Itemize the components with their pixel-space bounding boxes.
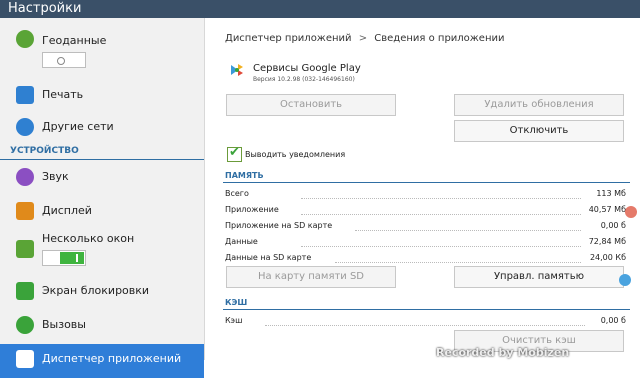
sidebar-item-lockscreen[interactable]: Экран блокировки — [0, 280, 204, 308]
memory-app-value: 40,57 Мб — [588, 205, 626, 214]
sidebar: Геоданные Печать Другие сети УСТРОЙСТВО … — [0, 18, 205, 378]
checkmark-icon: ✔ — [229, 145, 240, 160]
app-name: Сервисы Google Play — [253, 63, 361, 74]
sidebar-item-label: Дисплей — [42, 204, 92, 217]
breadcrumb-current: Сведения о приложении — [374, 33, 505, 44]
leader-dots — [265, 325, 585, 326]
memory-section-title: ПАМЯТЬ — [225, 171, 264, 180]
title-bar: Настройки — [0, 0, 640, 18]
printer-icon — [16, 86, 34, 104]
leader-dots — [301, 198, 581, 199]
leader-dots — [335, 262, 581, 263]
leader-dots — [301, 246, 581, 247]
cache-section-title: КЭШ — [225, 298, 248, 307]
memory-divider — [223, 182, 630, 183]
geodata-toggle[interactable] — [42, 52, 86, 68]
multiwindow-toggle[interactable] — [42, 250, 86, 266]
recorder-camera-icon[interactable] — [619, 274, 631, 286]
stop-button[interactable]: Остановить — [226, 94, 396, 116]
breadcrumb: Диспетчер приложений > Сведения о прилож… — [225, 33, 505, 44]
cache-label: Кэш — [225, 316, 243, 325]
sidebar-item-label: Печать — [42, 88, 84, 101]
section-divider — [0, 159, 204, 160]
memory-app-label: Приложение — [225, 205, 279, 214]
disable-button[interactable]: Отключить — [454, 120, 624, 142]
cache-divider — [223, 309, 630, 310]
cache-value: 0,00 б — [600, 316, 626, 325]
sidebar-item-label: Диспетчер приложений — [42, 352, 182, 365]
sidebar-item-label: Экран блокировки — [42, 284, 150, 297]
recording-watermark: Recorded by Mobizen — [436, 346, 570, 359]
app-details-panel: Диспетчер приложений > Сведения о прилож… — [205, 18, 640, 360]
sidebar-item-sound[interactable]: Звук — [0, 166, 204, 194]
breadcrumb-separator: > — [358, 33, 368, 44]
memory-data-sd-label: Данные на SD карте — [225, 253, 312, 262]
network-icon — [16, 118, 34, 136]
memory-data-label: Данные — [225, 237, 258, 246]
app-version: Версия 10.2.98 (032-146496160) — [253, 76, 355, 83]
sound-icon — [16, 168, 34, 186]
leader-dots — [301, 214, 581, 215]
google-play-services-icon — [231, 64, 243, 76]
sidebar-item-label: Звук — [42, 170, 69, 183]
sidebar-item-other-networks[interactable]: Другие сети — [0, 116, 204, 144]
sidebar-item-label: Несколько окон — [42, 232, 135, 245]
apps-icon — [16, 350, 34, 368]
sidebar-item-label: Вызовы — [42, 318, 86, 331]
memory-total-label: Всего — [225, 189, 249, 198]
lockscreen-icon — [16, 282, 34, 300]
notifications-checkbox[interactable]: ✔ — [227, 145, 242, 162]
sidebar-item-label: Геоданные — [42, 34, 107, 47]
sidebar-item-calls[interactable]: Вызовы — [0, 314, 204, 342]
memory-app-sd-value: 0,00 б — [600, 221, 626, 230]
memory-data-value: 72,84 Мб — [588, 237, 626, 246]
memory-app-sd-label: Приложение на SD карте — [225, 221, 333, 230]
sidebar-item-geodata[interactable]: Геоданные — [0, 26, 204, 76]
manage-memory-button[interactable]: Управл. памятью — [454, 266, 624, 288]
sidebar-item-display[interactable]: Дисплей — [0, 200, 204, 228]
sidebar-item-print[interactable]: Печать — [0, 82, 204, 110]
multiwindow-icon — [16, 240, 34, 258]
section-device: УСТРОЙСТВО — [10, 146, 79, 156]
sidebar-item-multiwindow[interactable]: Несколько окон — [0, 228, 204, 278]
recorder-bubble-icon[interactable] — [625, 206, 637, 218]
display-icon — [16, 202, 34, 220]
call-icon — [16, 316, 34, 334]
sidebar-item-app-manager[interactable]: Диспетчер приложений — [0, 344, 204, 378]
location-icon — [16, 30, 34, 48]
move-to-sd-button[interactable]: На карту памяти SD — [226, 266, 396, 288]
breadcrumb-parent[interactable]: Диспетчер приложений — [225, 33, 352, 44]
memory-data-sd-value: 24,00 Кб — [589, 253, 626, 262]
notifications-label: Выводить уведомления — [245, 150, 346, 159]
memory-total-value: 113 Мб — [596, 189, 626, 198]
remove-updates-button[interactable]: Удалить обновления — [454, 94, 624, 116]
window-title: Настройки — [8, 1, 82, 16]
leader-dots — [355, 230, 581, 231]
sidebar-item-label: Другие сети — [42, 120, 114, 133]
